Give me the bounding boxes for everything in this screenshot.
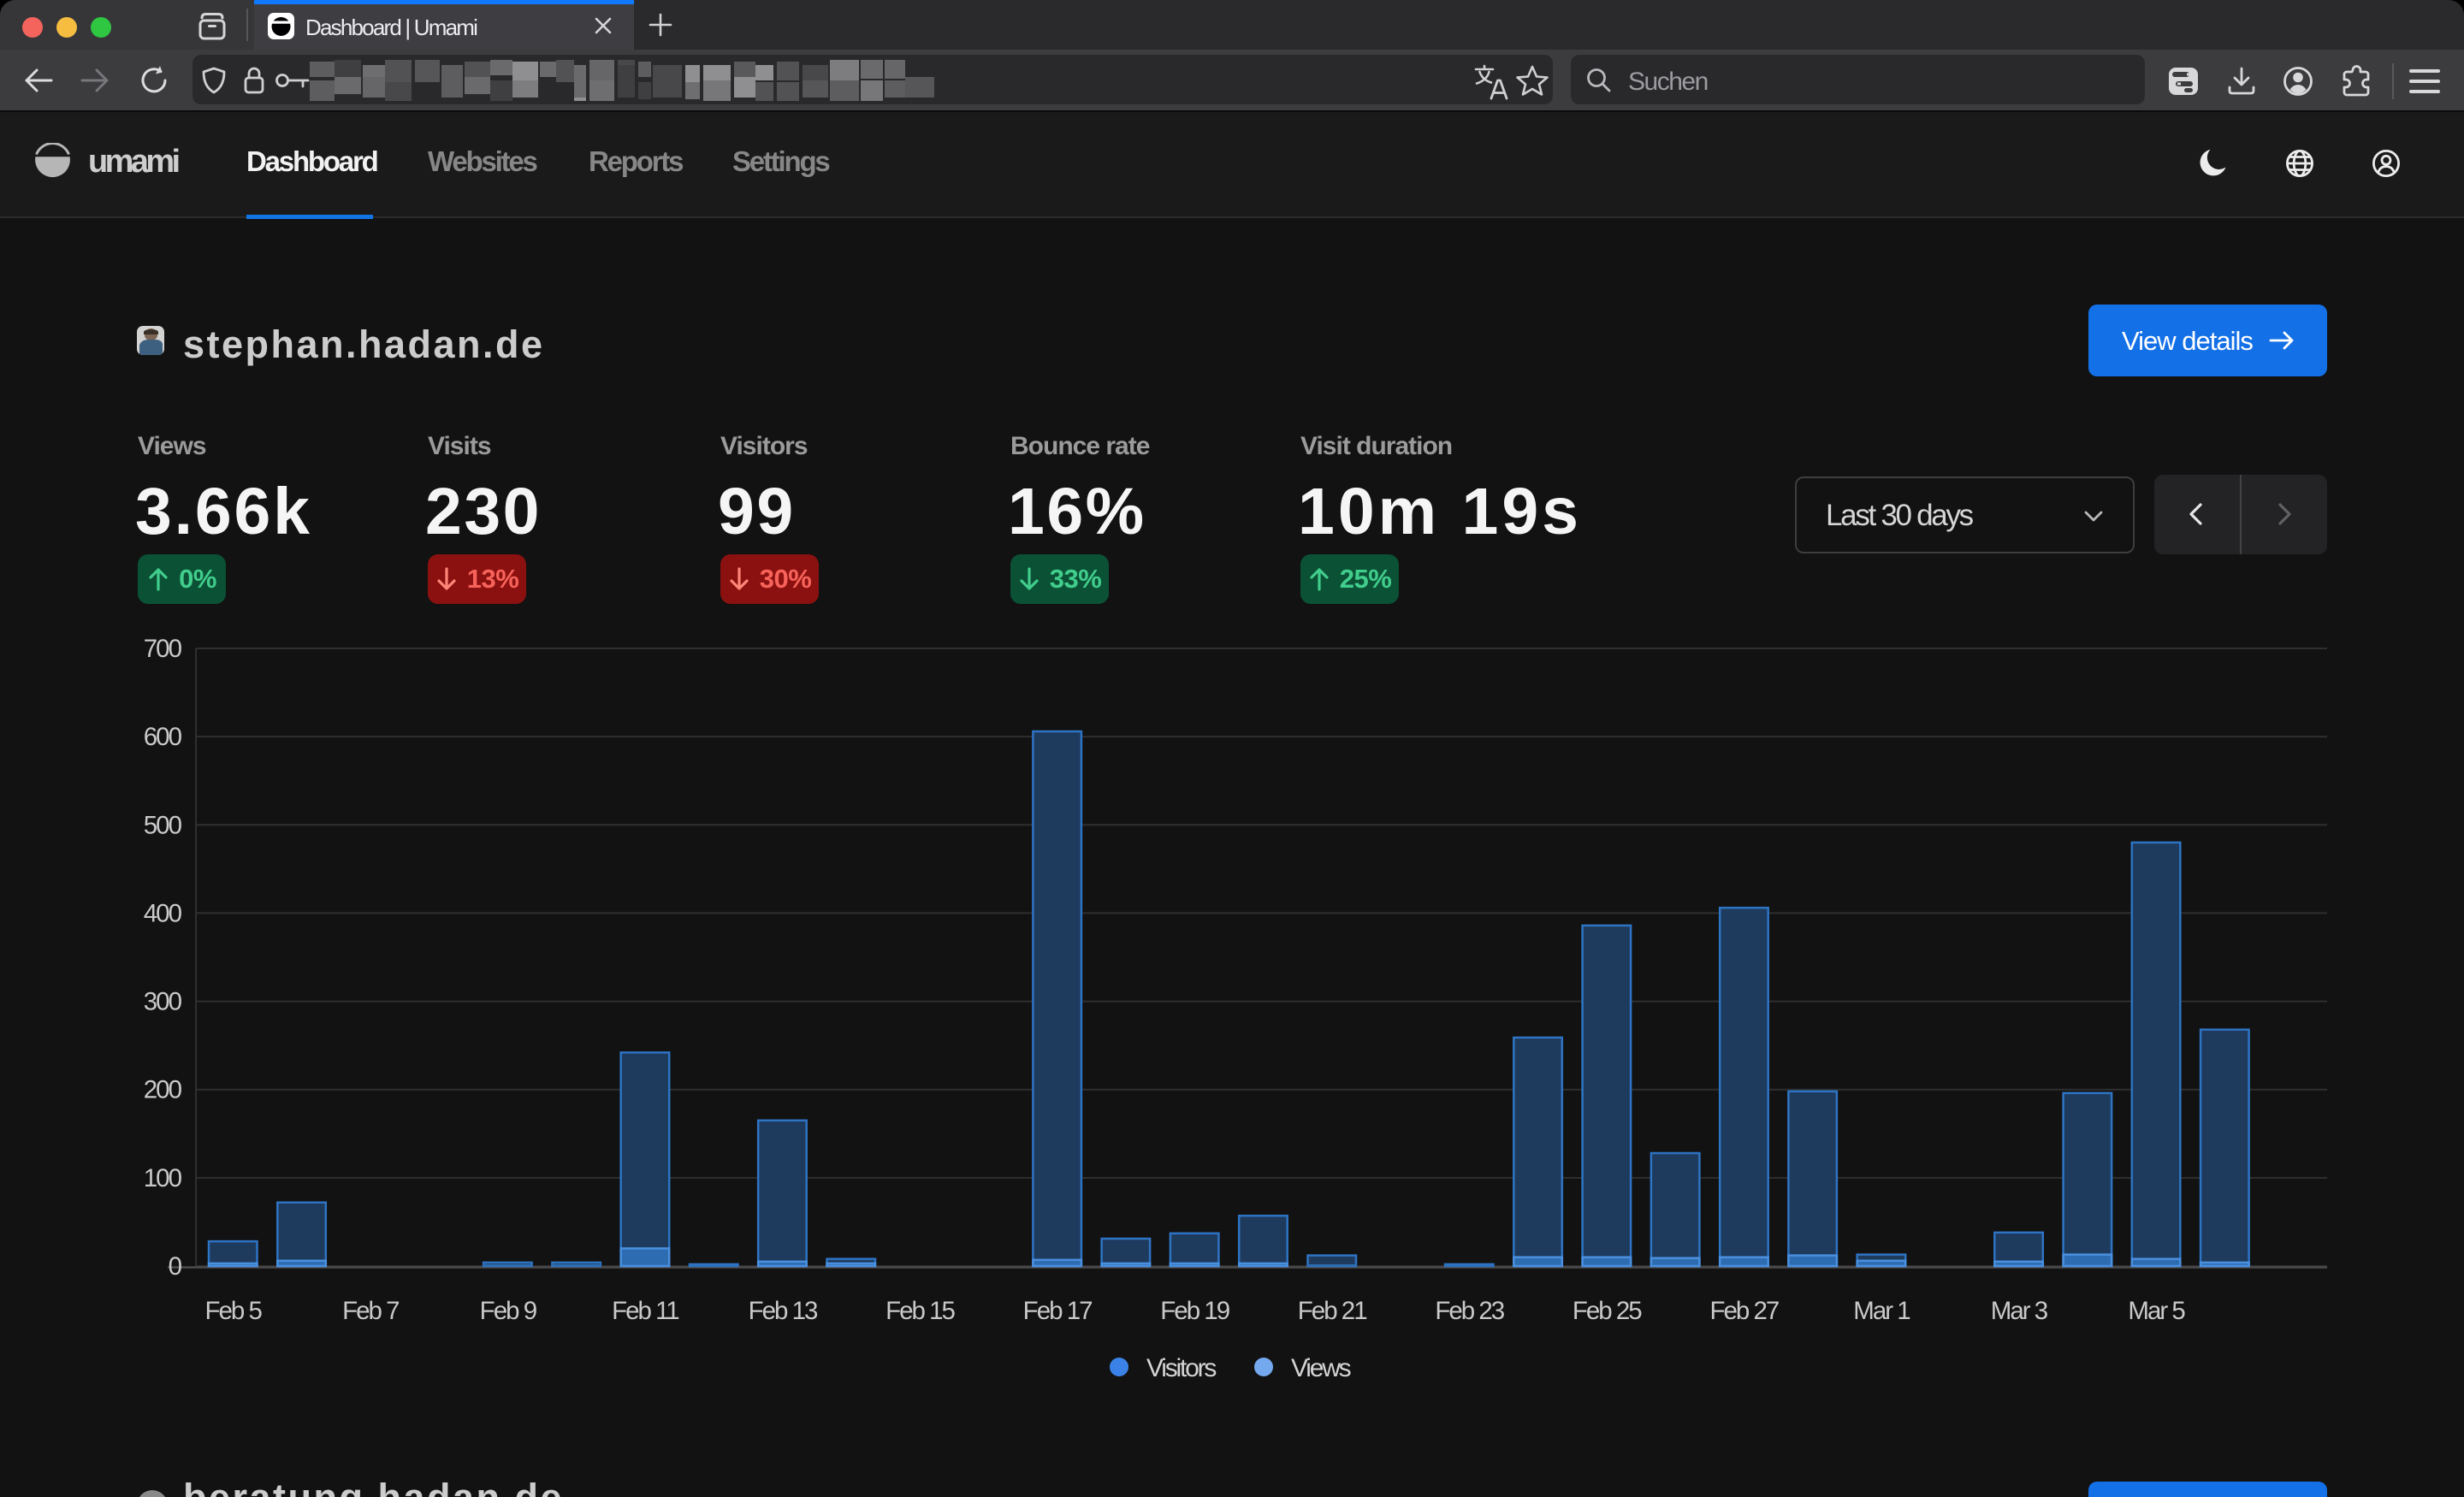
svg-text:Mar 1: Mar 1 xyxy=(1853,1297,1910,1325)
svg-text:600: 600 xyxy=(144,723,182,751)
svg-text:Feb 5: Feb 5 xyxy=(204,1297,262,1325)
svg-text:0: 0 xyxy=(169,1252,182,1281)
svg-text:200: 200 xyxy=(144,1076,182,1104)
svg-text:Feb 25: Feb 25 xyxy=(1573,1297,1642,1325)
svg-text:Feb 11: Feb 11 xyxy=(612,1297,678,1325)
svg-text:700: 700 xyxy=(144,635,182,663)
svg-text:Feb 17: Feb 17 xyxy=(1023,1297,1092,1325)
svg-text:500: 500 xyxy=(144,811,182,839)
svg-text:Mar 5: Mar 5 xyxy=(2128,1297,2185,1325)
svg-text:Feb 15: Feb 15 xyxy=(886,1297,955,1325)
svg-text:Feb 23: Feb 23 xyxy=(1435,1297,1504,1325)
svg-text:400: 400 xyxy=(144,899,182,927)
svg-text:Feb 19: Feb 19 xyxy=(1160,1297,1229,1325)
svg-text:Feb 9: Feb 9 xyxy=(480,1297,537,1325)
svg-text:Visitors: Visitors xyxy=(1146,1354,1216,1382)
svg-text:Feb 21: Feb 21 xyxy=(1298,1297,1366,1325)
svg-text:Mar 3: Mar 3 xyxy=(1991,1297,2048,1325)
svg-text:Feb 7: Feb 7 xyxy=(342,1297,399,1325)
svg-text:Feb 13: Feb 13 xyxy=(749,1297,818,1325)
svg-text:300: 300 xyxy=(144,988,182,1016)
svg-text:100: 100 xyxy=(144,1164,182,1192)
svg-text:Views: Views xyxy=(1291,1354,1351,1382)
svg-text:Feb 27: Feb 27 xyxy=(1709,1297,1778,1325)
